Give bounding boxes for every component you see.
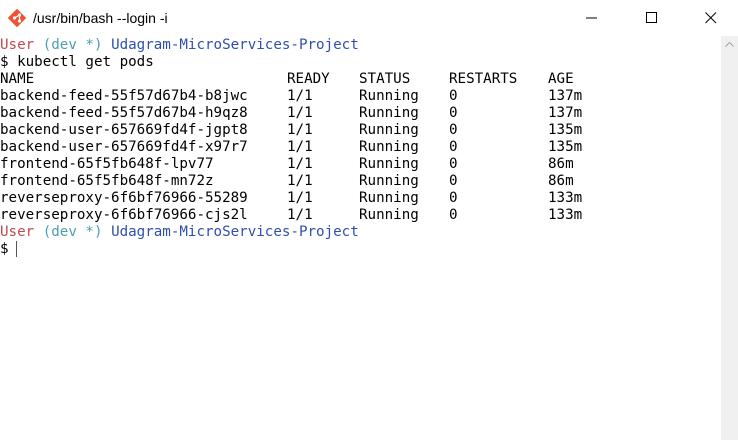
- vertical-scrollbar[interactable]: [721, 36, 738, 440]
- header-status: STATUS: [359, 71, 411, 87]
- pod-name: reverseproxy-6f6bf76966-55289: [0, 190, 248, 206]
- terminal-output[interactable]: User (dev *) Udagram-MicroServices-Proje…: [0, 36, 721, 440]
- header-name: NAME: [0, 71, 35, 87]
- prompt-symbol: $: [0, 241, 9, 257]
- command-line: $ kubectl get pods: [0, 54, 154, 71]
- pod-name: backend-user-657669fd4f-x97r7: [0, 139, 248, 155]
- prompt-symbol: $: [0, 54, 9, 70]
- command-text: kubectl get pods: [17, 54, 154, 70]
- input-line[interactable]: $: [0, 241, 9, 258]
- scroll-thumb[interactable]: [723, 56, 736, 436]
- header-ready: READY: [287, 71, 330, 87]
- git-diamond-icon: [7, 8, 27, 28]
- minimize-icon: [586, 17, 597, 19]
- pod-age: 133m: [548, 190, 583, 206]
- pod-ready: 1/1: [287, 207, 313, 223]
- pod-ready: 1/1: [287, 139, 313, 155]
- pod-status: Running: [359, 88, 419, 104]
- maximize-button[interactable]: [629, 0, 675, 36]
- pod-age: 133m: [548, 207, 583, 223]
- pod-status: Running: [359, 156, 419, 172]
- pod-status: Running: [359, 207, 419, 223]
- pod-age: 86m: [548, 173, 574, 189]
- prompt-path: Udagram-MicroServices-Project: [111, 37, 359, 53]
- pod-restarts: 0: [449, 122, 458, 138]
- pod-status: Running: [359, 122, 419, 138]
- pod-name: backend-user-657669fd4f-jgpt8: [0, 122, 248, 138]
- pod-age: 86m: [548, 156, 574, 172]
- pod-restarts: 0: [449, 190, 458, 206]
- pod-restarts: 0: [449, 105, 458, 121]
- pod-name: backend-feed-55f57d67b4-b8jwc: [0, 88, 248, 104]
- prompt-branch: (dev *): [42, 37, 103, 53]
- pod-ready: 1/1: [287, 156, 313, 172]
- pod-ready: 1/1: [287, 190, 313, 206]
- table-row: backend-user-657669fd4f-x97r7 1/1 Runnin…: [0, 139, 721, 156]
- prompt-line: User (dev *) Udagram-MicroServices-Proje…: [0, 37, 359, 54]
- close-button[interactable]: [688, 0, 734, 36]
- prompt-path: Udagram-MicroServices-Project: [111, 224, 359, 240]
- header-restarts: RESTARTS: [449, 71, 518, 87]
- table-row: frontend-65f5fb648f-lpv77 1/1 Running 0 …: [0, 156, 721, 173]
- window-title: /usr/bin/bash --login -i: [33, 10, 168, 26]
- pod-name: frontend-65f5fb648f-lpv77: [0, 156, 214, 172]
- pod-restarts: 0: [449, 156, 458, 172]
- pod-age: 137m: [548, 88, 583, 104]
- minimize-button[interactable]: [569, 0, 615, 36]
- prompt-user: User: [0, 224, 35, 240]
- pod-status: Running: [359, 173, 419, 189]
- table-header: NAME READY STATUS RESTARTS AGE: [0, 71, 721, 88]
- table-row: backend-feed-55f57d67b4-b8jwc 1/1 Runnin…: [0, 88, 721, 105]
- maximize-icon: [646, 12, 657, 23]
- prompt-branch: (dev *): [42, 224, 103, 240]
- table-row: reverseproxy-6f6bf76966-cjs2l 1/1 Runnin…: [0, 207, 721, 224]
- pod-restarts: 0: [449, 88, 458, 104]
- pod-restarts: 0: [449, 173, 458, 189]
- pod-status: Running: [359, 139, 419, 155]
- table-row: backend-user-657669fd4f-jgpt8 1/1 Runnin…: [0, 122, 721, 139]
- header-age: AGE: [548, 71, 574, 87]
- pod-name: reverseproxy-6f6bf76966-cjs2l: [0, 207, 248, 223]
- table-row: reverseproxy-6f6bf76966-55289 1/1 Runnin…: [0, 190, 721, 207]
- pod-age: 137m: [548, 105, 583, 121]
- table-row: frontend-65f5fb648f-mn72z 1/1 Running 0 …: [0, 173, 721, 190]
- title-bar: /usr/bin/bash --login -i: [0, 0, 738, 36]
- close-icon: [705, 12, 717, 24]
- pod-name: backend-feed-55f57d67b4-h9qz8: [0, 105, 248, 121]
- pod-age: 135m: [548, 139, 583, 155]
- table-row: backend-feed-55f57d67b4-h9qz8 1/1 Runnin…: [0, 105, 721, 122]
- pod-ready: 1/1: [287, 105, 313, 121]
- text-cursor: [16, 241, 17, 257]
- pod-restarts: 0: [449, 139, 458, 155]
- pod-ready: 1/1: [287, 88, 313, 104]
- pod-status: Running: [359, 190, 419, 206]
- pod-name: frontend-65f5fb648f-mn72z: [0, 173, 214, 189]
- prompt-user: User: [0, 37, 35, 53]
- pod-ready: 1/1: [287, 173, 313, 189]
- prompt-line: User (dev *) Udagram-MicroServices-Proje…: [0, 224, 359, 241]
- scroll-up-icon[interactable]: [721, 36, 738, 53]
- pod-status: Running: [359, 105, 419, 121]
- pod-ready: 1/1: [287, 122, 313, 138]
- pod-age: 135m: [548, 122, 583, 138]
- pod-restarts: 0: [449, 207, 458, 223]
